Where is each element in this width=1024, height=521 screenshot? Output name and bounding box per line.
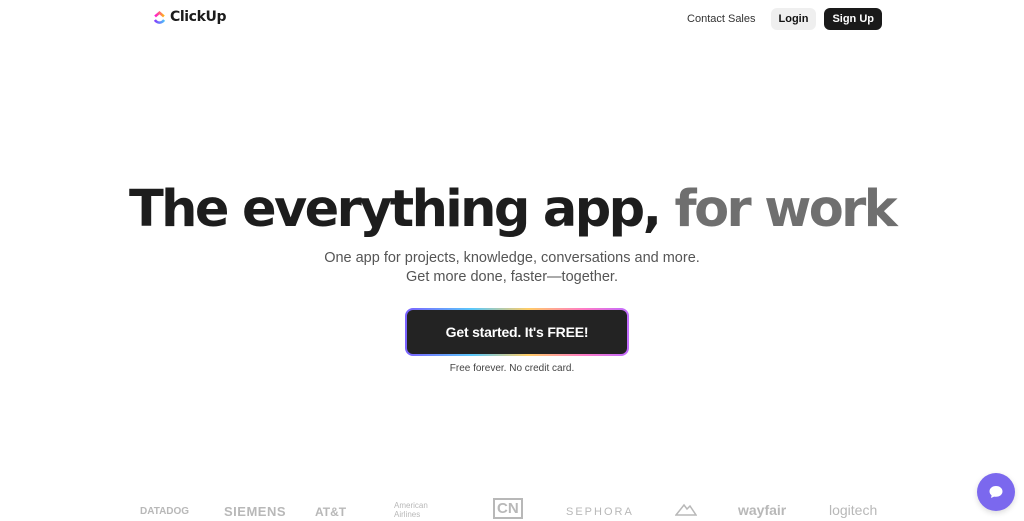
cartoon-network-logo: CN — [493, 498, 523, 519]
american-airlines-line1: American — [394, 501, 428, 510]
hero-title-accent: for work — [674, 180, 898, 239]
signup-button[interactable]: Sign Up — [824, 8, 882, 30]
chat-bubble-icon — [988, 484, 1004, 500]
cta-gradient-border: Get started. It's FREE! — [405, 308, 629, 356]
header-nav: Contact Sales Login Sign Up — [687, 8, 882, 30]
logo-text: ClickUp — [170, 9, 227, 25]
datadog-logo: DATADOG — [140, 506, 190, 517]
chat-launcher-button[interactable] — [977, 473, 1015, 511]
hero-title-main: The everything app, — [128, 180, 662, 239]
login-button[interactable]: Login — [770, 8, 817, 30]
att-logo: AT&T — [315, 505, 347, 519]
american-airlines-logo: American Airlines — [394, 501, 428, 519]
contact-sales-link[interactable]: Contact Sales — [687, 13, 755, 25]
hero-subtitle-line2: Get more done, faster—together. — [406, 269, 618, 285]
siemens-logo: SIEMENS — [224, 504, 287, 519]
hero-subtitle-line1: One app for projects, knowledge, convers… — [324, 250, 700, 266]
wayfair-logo: wayfair — [738, 502, 787, 518]
site-header: ClickUp Contact Sales Login Sign Up — [0, 0, 1024, 38]
logitech-logo: logitech — [829, 502, 878, 518]
american-airlines-line2: Airlines — [394, 510, 421, 519]
clickup-logo[interactable]: ClickUp — [152, 9, 226, 25]
hero-subtitle: One app for projects, knowledge, convers… — [0, 249, 1024, 287]
paramount-logo — [674, 502, 698, 519]
get-started-button[interactable]: Get started. It's FREE! — [407, 310, 627, 354]
customer-logos: DATADOG SIEMENS AT&T American Airlines C… — [0, 498, 1024, 521]
cta-note: Free forever. No credit card. — [449, 363, 575, 374]
sephora-logo: SEPHORA — [566, 506, 634, 518]
hero-title: The everything app, for work — [0, 176, 1024, 244]
clickup-logo-icon — [152, 10, 167, 25]
